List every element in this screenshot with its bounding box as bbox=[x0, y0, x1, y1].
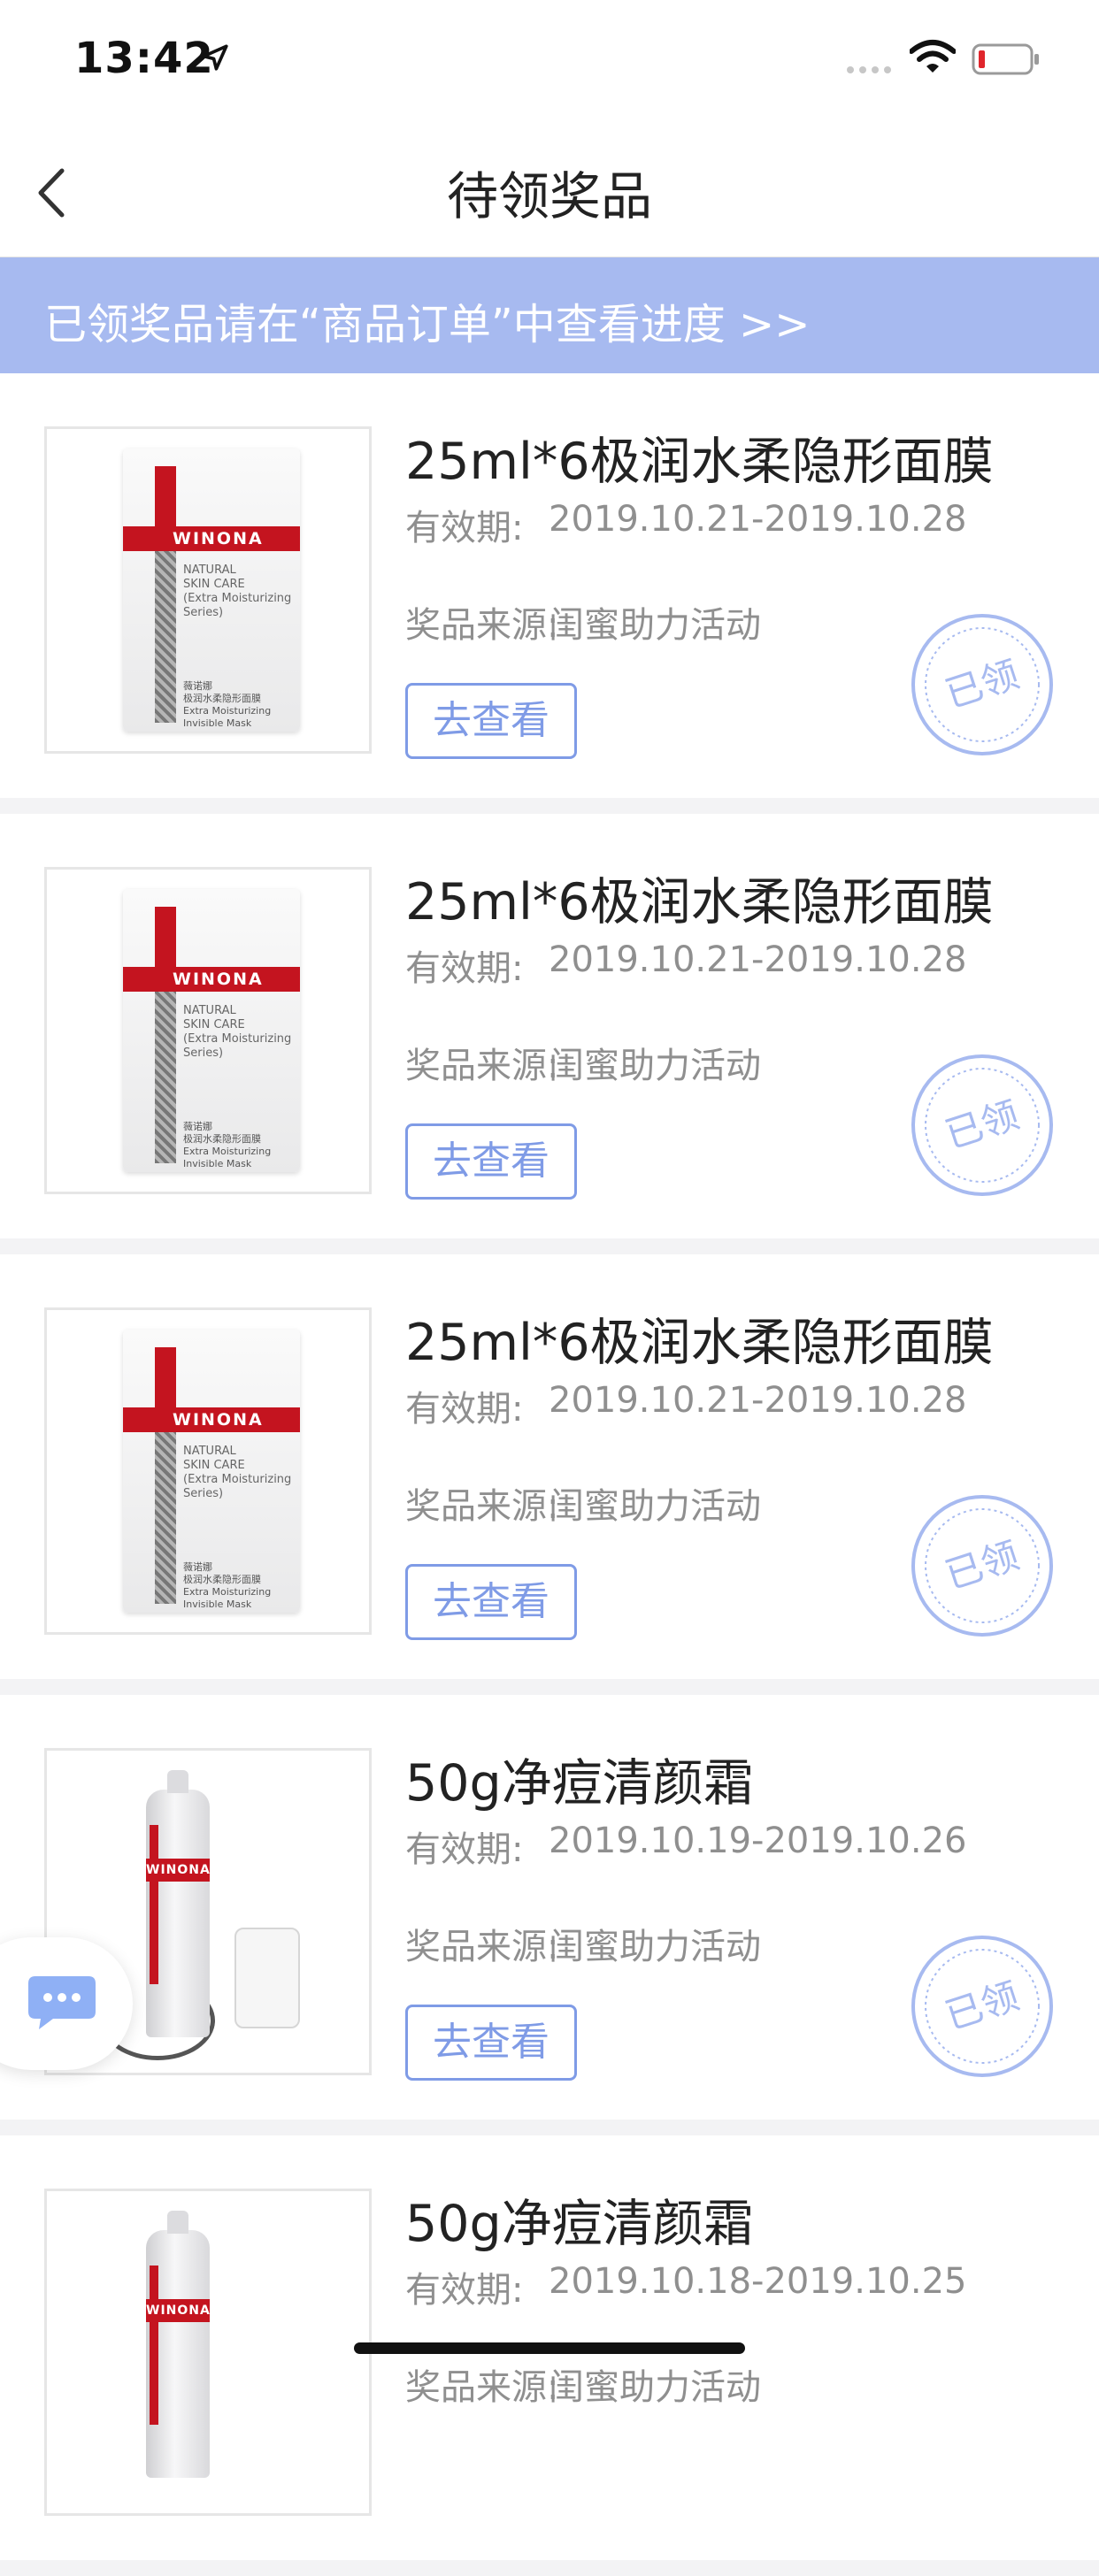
svg-text:已领: 已领 bbox=[940, 652, 1024, 717]
brand-logo: WINONA bbox=[123, 967, 300, 992]
claimed-stamp-icon: 已领 bbox=[911, 1936, 1053, 2077]
prize-name: 25ml*6极润水柔隐形面膜 bbox=[405, 873, 994, 932]
view-button[interactable]: 去查看 bbox=[405, 683, 577, 759]
brand-logo: WINONA bbox=[146, 2299, 210, 2322]
svg-text:已领: 已领 bbox=[940, 1974, 1024, 2038]
location-arrow-icon bbox=[202, 44, 228, 71]
validity-label: 有效期: bbox=[405, 508, 524, 548]
brand-logo: WINONA bbox=[123, 1407, 300, 1432]
view-button[interactable]: 去查看 bbox=[405, 1123, 577, 1200]
cream-bottle-illustration: WINONA bbox=[146, 2211, 210, 2478]
chat-bubble-icon bbox=[28, 1976, 96, 2029]
view-button[interactable]: 去查看 bbox=[405, 1564, 577, 1640]
beaker-illustration bbox=[234, 1928, 300, 2028]
source-value: 闺蜜助力活动 bbox=[549, 2367, 761, 2408]
prize-name: 50g净痘清颜霜 bbox=[405, 2195, 754, 2253]
source-value: 闺蜜助力活动 bbox=[549, 1486, 761, 1527]
page-title: 待领奖品 bbox=[446, 166, 652, 226]
source-value: 闺蜜助力活动 bbox=[549, 1046, 761, 1086]
claimed-stamp-icon: 已领 bbox=[911, 1054, 1053, 1196]
wifi-icon bbox=[910, 40, 956, 73]
svg-text:已领: 已领 bbox=[940, 1092, 1024, 1157]
product-image: WINONA NATURAL SKIN CARE (Extra Moisturizi… bbox=[44, 426, 372, 754]
chat-button[interactable] bbox=[0, 1937, 133, 2070]
source-label: 奖品来源: bbox=[405, 605, 559, 646]
validity-label: 有效期: bbox=[405, 1389, 524, 1430]
battery-icon bbox=[972, 43, 1039, 75]
mask-pack-illustration: WINONA NATURAL SKIN CARE (Extra Moisturizi… bbox=[123, 448, 300, 732]
cream-bottle-illustration: WINONA bbox=[146, 1770, 210, 2037]
svg-text:已领: 已领 bbox=[940, 1533, 1024, 1598]
status-bar: 13:42 bbox=[0, 0, 1099, 119]
cellular-signal-icon bbox=[847, 66, 891, 73]
brand-logo: WINONA bbox=[123, 526, 300, 551]
source-value: 闺蜜助力活动 bbox=[549, 1927, 761, 1967]
product-image: WINONA NATURAL SKIN CARE (Extra Moisturizi… bbox=[44, 867, 372, 1194]
validity-label: 有效期: bbox=[405, 1829, 524, 1870]
source-label: 奖品来源: bbox=[405, 1486, 559, 1527]
prize-card: WINONA NATURAL SKIN CARE (Extra Moisturizi… bbox=[0, 1254, 1099, 1695]
prize-card: WINONA NATURAL SKIN CARE (Extra Moisturizi… bbox=[0, 373, 1099, 814]
validity-label: 有效期: bbox=[405, 948, 524, 989]
validity-label: 有效期: bbox=[405, 2270, 524, 2311]
mask-pack-illustration: WINONA NATURAL SKIN CARE (Extra Moisturizi… bbox=[123, 1330, 300, 1613]
status-time: 13:42 bbox=[74, 34, 214, 83]
source-label: 奖品来源: bbox=[405, 1046, 559, 1086]
notice-text: 已领奖品请在“商品订单”中查看进度 >> bbox=[44, 300, 811, 349]
home-indicator[interactable] bbox=[354, 2342, 745, 2354]
mask-pack-illustration: WINONA NATURAL SKIN CARE (Extra Moisturizi… bbox=[123, 889, 300, 1172]
claimed-stamp-icon: 已领 bbox=[911, 614, 1053, 755]
prize-name: 25ml*6极润水柔隐形面膜 bbox=[405, 1314, 994, 1372]
prize-name: 25ml*6极润水柔隐形面膜 bbox=[405, 433, 994, 491]
view-button[interactable]: 去查看 bbox=[405, 2005, 577, 2081]
prize-card: WINONA 50g净痘清颜霜 有效期: 2019.10.19-2019.10.… bbox=[0, 1695, 1099, 2135]
validity-value: 2019.10.21-2019.10.28 bbox=[549, 939, 967, 980]
validity-value: 2019.10.21-2019.10.28 bbox=[549, 499, 967, 540]
validity-value: 2019.10.21-2019.10.28 bbox=[549, 1380, 967, 1421]
prize-card: WINONA NATURAL SKIN CARE (Extra Moisturizi… bbox=[0, 814, 1099, 1254]
product-image: WINONA bbox=[44, 2189, 372, 2516]
order-progress-notice[interactable]: 已领奖品请在“商品订单”中查看进度 >> bbox=[0, 257, 1099, 373]
validity-value: 2019.10.19-2019.10.26 bbox=[549, 1821, 967, 1861]
navigation-bar: 待领奖品 bbox=[0, 119, 1099, 257]
source-label: 奖品来源: bbox=[405, 1927, 559, 1967]
claimed-stamp-icon: 已领 bbox=[911, 1495, 1053, 1637]
prize-name: 50g净痘清颜霜 bbox=[405, 1754, 754, 1813]
source-value: 闺蜜助力活动 bbox=[549, 605, 761, 646]
prize-card: WINONA 50g净痘清颜霜 有效期: 2019.10.18-2019.10.… bbox=[0, 2135, 1099, 2576]
source-label: 奖品来源: bbox=[405, 2367, 559, 2408]
product-image: WINONA NATURAL SKIN CARE (Extra Moisturizi… bbox=[44, 1307, 372, 1635]
brand-logo: WINONA bbox=[146, 1859, 210, 1882]
prize-list: WINONA NATURAL SKIN CARE (Extra Moisturizi… bbox=[0, 373, 1099, 2576]
validity-value: 2019.10.18-2019.10.25 bbox=[549, 2261, 967, 2302]
